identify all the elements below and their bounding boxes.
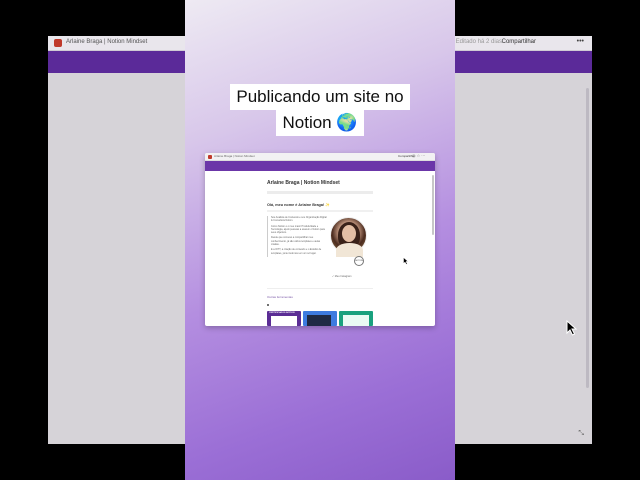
avatar-face	[342, 225, 356, 242]
gallery-card-2[interactable]	[303, 311, 337, 326]
window-tab-title: Arlaine Braga | Notion Mindset	[214, 154, 255, 158]
notion-window: Arlaine Braga | Notion Mindset Compartil…	[205, 153, 435, 326]
video-column: Publicando um site no Notion 🌍 Arlaine B…	[185, 0, 455, 480]
toolbar-icons[interactable]: ◷ ☆ ⋯	[412, 153, 425, 158]
bio-paragraph: E a OITT, a criação de conteúdo e o Estú…	[271, 248, 322, 255]
profile-photo	[330, 217, 367, 257]
bio-paragraph: Sou Analista de Conteúdo e sou Organizaç…	[271, 216, 327, 223]
card-preview	[271, 316, 297, 326]
page-title: Arlaine Braga | Notion Mindset	[267, 180, 340, 186]
scrollbar[interactable]	[432, 175, 434, 235]
window-titlebar: Arlaine Braga | Notion Mindset Compartil…	[205, 153, 435, 161]
bio-paragraph: Desde que comecei a compartilhar meu con…	[271, 236, 321, 247]
card-label: CERTIFICADOS NOTION	[269, 312, 295, 314]
notion-favicon-icon	[54, 39, 62, 47]
greeting-heading: Olá, meu nome é Arlaine Braga! ✨	[267, 203, 331, 207]
caption-line-1: Publicando um site no	[230, 84, 410, 110]
more-icon[interactable]: •••	[577, 38, 584, 45]
gallery-card-certificates[interactable]: CERTIFICADOS NOTION	[267, 311, 301, 326]
bg-share-button[interactable]: Compartilhar	[502, 39, 536, 45]
expand-icon[interactable]: ⤡	[578, 430, 584, 438]
other-tools-heading: Outras ferramentas	[267, 295, 293, 299]
section-divider	[267, 288, 373, 289]
bg-window-title: Arlaine Braga | Notion Mindset	[66, 39, 148, 45]
notion-seal-icon: NOTION	[354, 256, 364, 266]
bio-paragraph: Como Notion é o meu maior Produtividade …	[271, 224, 325, 235]
bg-edited-text: Editado há 2 dias	[455, 39, 502, 45]
divider-bar	[267, 210, 373, 212]
caption-line-2: Notion 🌍	[276, 110, 364, 136]
gallery-card-3[interactable]	[339, 311, 373, 326]
bg-scrollbar[interactable]	[586, 88, 589, 388]
bullet-dot	[267, 304, 269, 306]
cover-banner	[205, 161, 435, 171]
avatar-shirt	[336, 243, 363, 257]
video-caption: Publicando um site no Notion 🌍	[220, 84, 420, 136]
card-preview	[307, 315, 331, 326]
notion-favicon-icon	[208, 155, 212, 159]
instagram-link[interactable]: ✓ Meu Instagram	[332, 275, 351, 278]
mouse-cursor-icon	[403, 257, 409, 265]
video-frame: Arlaine Braga | Notion Mindset Editado h…	[0, 0, 640, 480]
callout-bar	[267, 191, 373, 194]
bio-quote-block: Sou Analista de Conteúdo e sou Organizaç…	[267, 216, 327, 257]
card-preview	[343, 315, 369, 326]
mouse-cursor-icon	[566, 320, 578, 336]
